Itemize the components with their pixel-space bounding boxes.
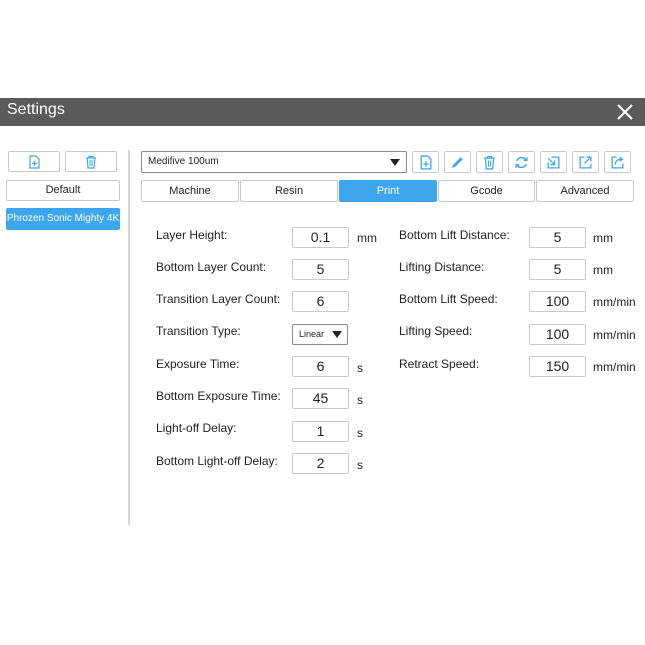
retract-speed-label: Retract Speed: [399, 357, 480, 371]
import-icon [547, 156, 560, 168]
bottom-lift-distance-unit: mm [593, 231, 613, 245]
retract-speed-input[interactable]: 150 [529, 356, 586, 377]
tab-machine[interactable]: Machine [141, 180, 239, 202]
import-button[interactable] [540, 151, 567, 173]
light-off-delay-input[interactable]: 1 [292, 421, 349, 442]
lifting-distance-label: Lifting Distance: [399, 260, 485, 274]
lifting-speed-label: Lifting Speed: [399, 324, 473, 338]
new-profile-button[interactable] [8, 151, 60, 172]
resin-profile-select[interactable]: Medifive 100um [141, 151, 407, 173]
export-button[interactable] [572, 151, 599, 173]
tab-resin[interactable]: Resin [240, 180, 338, 202]
refresh-button[interactable] [508, 151, 535, 173]
default-button[interactable]: Default [6, 180, 120, 201]
bottom-light-off-delay-label: Bottom Light-off Delay: [156, 454, 278, 468]
trash-icon [86, 155, 96, 169]
lifting-distance-unit: mm [593, 263, 613, 277]
tab-gcode[interactable]: Gcode [438, 180, 535, 202]
transition-layer-count-input[interactable]: 6 [292, 291, 349, 312]
lifting-distance-input[interactable]: 5 [529, 259, 586, 280]
bottom-exposure-time-input[interactable]: 45 [292, 388, 349, 409]
resin-profile-value: Medifive 100um [148, 156, 219, 167]
layer-height-unit: mm [357, 231, 377, 245]
close-icon[interactable] [613, 100, 637, 124]
edit-profile-button[interactable] [444, 151, 471, 173]
transition-layer-count-label: Transition Layer Count: [156, 292, 281, 306]
new-file-icon [420, 154, 432, 170]
trash-icon [484, 155, 495, 170]
bottom-lift-distance-input[interactable]: 5 [529, 227, 586, 248]
bottom-lift-speed-label: Bottom Lift Speed: [399, 292, 498, 306]
retract-speed-unit: mm/min [593, 360, 636, 374]
exposure-time-unit: s [357, 361, 363, 375]
transition-type-label: Transition Type: [156, 324, 241, 338]
layer-height-input[interactable]: 0.1 [292, 227, 349, 248]
pencil-icon [452, 156, 463, 168]
share-icon [611, 156, 624, 168]
exposure-time-label: Exposure Time: [156, 357, 240, 371]
chevron-down-icon [332, 331, 342, 338]
bottom-light-off-delay-unit: s [357, 458, 363, 472]
light-off-delay-unit: s [357, 426, 363, 440]
bottom-exposure-time-label: Bottom Exposure Time: [156, 389, 281, 403]
tab-advanced[interactable]: Advanced [536, 180, 634, 202]
transition-type-value: Linear [299, 329, 325, 339]
title-bar: Settings [0, 98, 645, 126]
refresh-icon [515, 156, 528, 168]
window-title: Settings [7, 101, 65, 118]
exposure-time-input[interactable]: 6 [292, 356, 349, 377]
bottom-exposure-time-unit: s [357, 393, 363, 407]
bottom-layer-count-input[interactable]: 5 [292, 259, 349, 280]
lifting-speed-unit: mm/min [593, 328, 636, 342]
profile-list-item[interactable]: Phrozen Sonic Mighty 4K [6, 208, 120, 230]
light-off-delay-label: Light-off Delay: [156, 421, 237, 435]
delete-profile-button[interactable] [65, 151, 117, 172]
bottom-lift-speed-input[interactable]: 100 [529, 291, 586, 312]
new-resin-profile-button[interactable] [412, 151, 439, 173]
layer-height-label: Layer Height: [156, 228, 228, 242]
delete-resin-profile-button[interactable] [476, 151, 503, 173]
bottom-lift-distance-label: Bottom Lift Distance: [399, 228, 510, 242]
chevron-down-icon [390, 159, 400, 166]
lifting-speed-input[interactable]: 100 [529, 324, 586, 345]
share-button[interactable] [604, 151, 631, 173]
tab-print[interactable]: Print [339, 180, 437, 202]
export-icon [579, 156, 592, 168]
sidebar-divider [128, 150, 130, 525]
bottom-lift-speed-unit: mm/min [593, 295, 636, 309]
new-file-icon [29, 154, 40, 169]
bottom-light-off-delay-input[interactable]: 2 [292, 453, 349, 474]
transition-type-select[interactable]: Linear [292, 324, 348, 345]
bottom-layer-count-label: Bottom Layer Count: [156, 260, 267, 274]
